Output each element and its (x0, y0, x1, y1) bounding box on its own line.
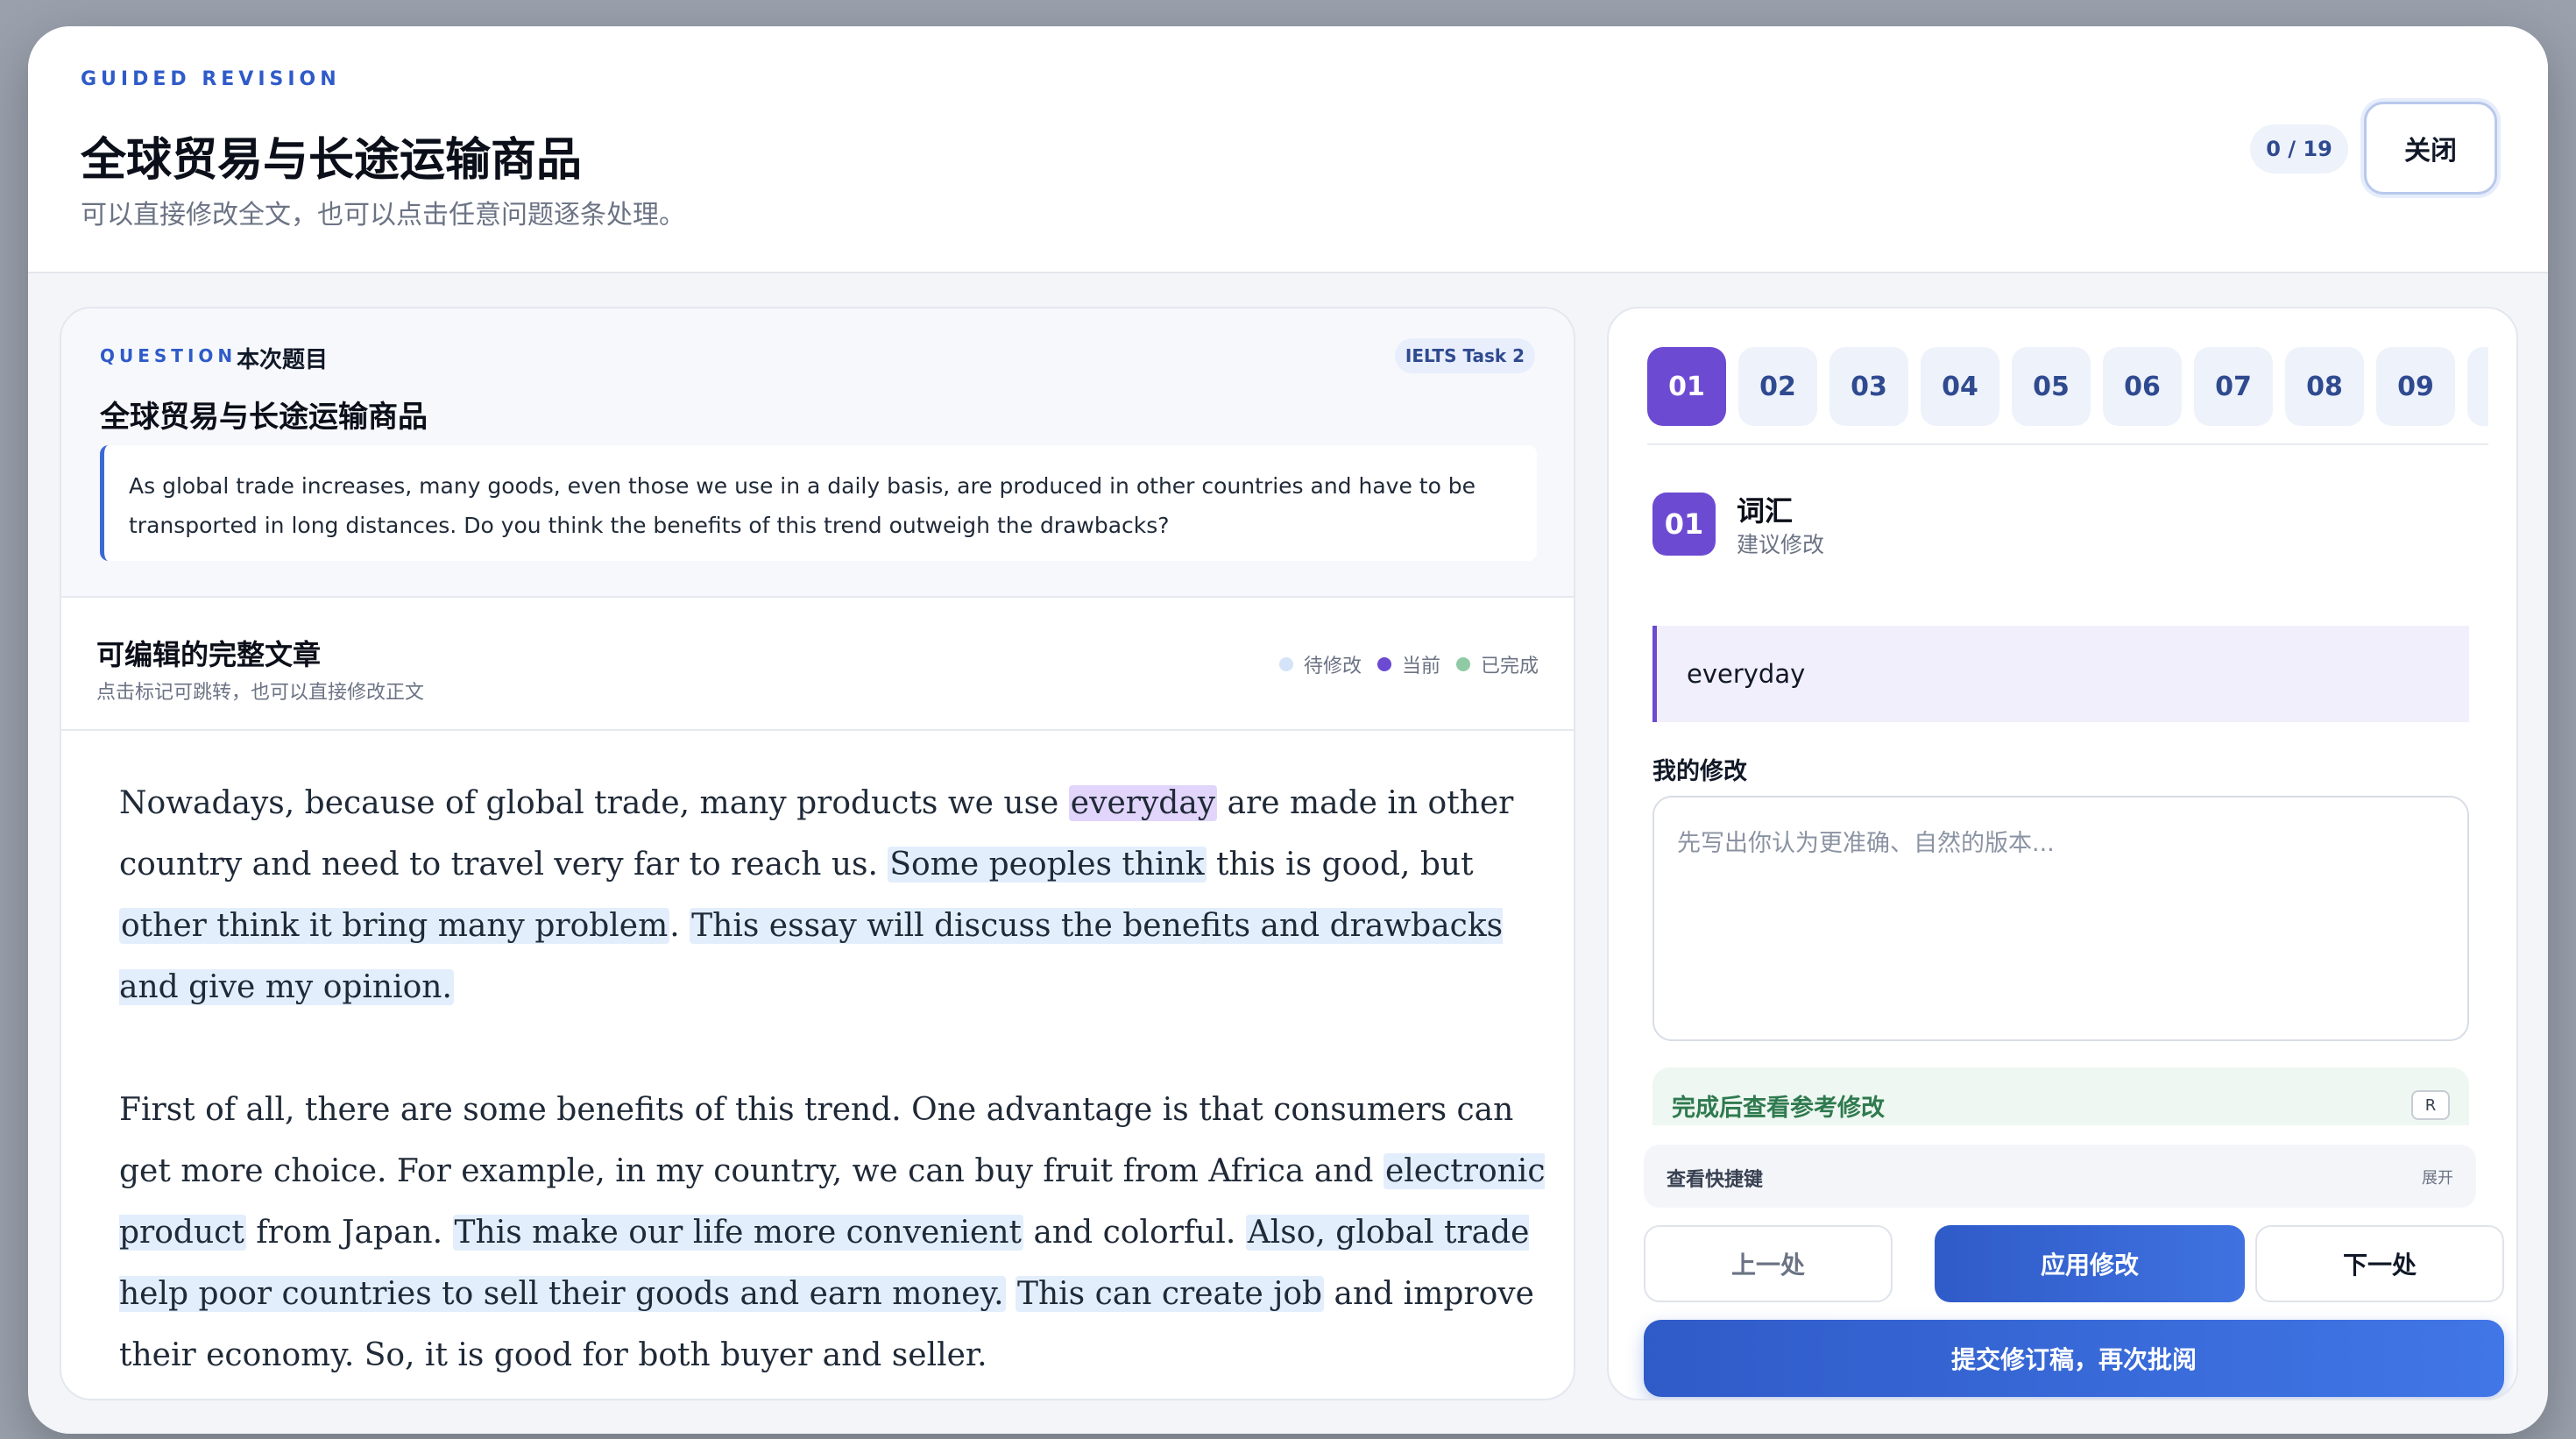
prev-issue-button[interactable]: 上一处 (1644, 1225, 1893, 1302)
legend-done-label: 已完成 (1480, 656, 1539, 677)
legend-pending-dot (1278, 657, 1293, 671)
modal-header: GUIDED REVISION 全球贸易与长途运输商品 可以直接修改全文，也可以… (28, 26, 2548, 273)
revision-modal: GUIDED REVISION 全球贸易与长途运输商品 可以直接修改全文，也可以… (28, 26, 2548, 1434)
essay-text: First of all, there are some benefits of… (119, 1092, 1514, 1189)
question-prompt: As global trade increases, many goods, e… (100, 445, 1537, 561)
legend-done-dot (1455, 657, 1470, 671)
question-title: 全球贸易与长途运输商品 (100, 400, 428, 435)
issue-chip-09[interactable]: 09 (2376, 347, 2455, 426)
question-section: QUESTION 本次题目 IELTS Task 2 全球贸易与长途运输商品 A… (61, 308, 1574, 598)
question-eyebrow: QUESTION (100, 345, 237, 366)
question-label: 本次题目 (237, 347, 329, 373)
issue-mark[interactable]: other think it bring many problem (119, 908, 670, 944)
legend-current-dot (1376, 657, 1391, 671)
issue-number-badge: 01 (1652, 493, 1716, 556)
essay-text: from Japan. (245, 1215, 453, 1251)
submit-revision-button[interactable]: 提交修订稿，再次批阅 (1644, 1320, 2504, 1397)
status-legend: 待修改 当前 已完成 (1263, 650, 1539, 678)
reference-toggle[interactable]: 完成后查看参考修改 R (1652, 1067, 2469, 1125)
issue-type: 建议修改 (1737, 532, 1825, 557)
shortcut-panel[interactable]: 查看快捷键 展开 (1644, 1145, 2476, 1208)
apply-revision-button[interactable]: 应用修改 (1935, 1225, 2245, 1302)
issue-panel: 01 02 03 04 05 06 07 08 09 01 词汇 建议修改 ev… (1607, 307, 2518, 1400)
task-badge: IELTS Task 2 (1395, 338, 1535, 373)
issue-mark[interactable]: Some peoples think (888, 847, 1207, 883)
revision-input[interactable] (1652, 796, 2469, 1041)
close-button[interactable]: 关闭 (2364, 102, 2497, 195)
essay-text: this is good, but (1206, 847, 1474, 883)
essay-text: Nowadays, because of global trade, many … (119, 785, 1069, 821)
header-eyebrow: GUIDED REVISION (81, 68, 341, 90)
essay-title: 可编辑的完整文章 (96, 638, 322, 671)
essay-panel: QUESTION 本次题目 IELTS Task 2 全球贸易与长途运输商品 A… (60, 307, 1575, 1400)
page-title: 全球贸易与长途运输商品 (81, 134, 583, 187)
essay-text: and colorful. (1023, 1215, 1246, 1251)
legend-current-label: 当前 (1401, 656, 1440, 677)
issue-chip-05[interactable]: 05 (2012, 347, 2091, 426)
next-issue-button[interactable]: 下一处 (2255, 1225, 2504, 1302)
progress-badge: 0 / 19 (2250, 124, 2348, 174)
issue-chip-08[interactable]: 08 (2285, 347, 2364, 426)
legend-pending-label: 待修改 (1303, 656, 1362, 677)
issue-mark-current[interactable]: everyday (1068, 785, 1218, 821)
essay-paragraph-1[interactable]: Nowadays, because of global trade, many … (119, 773, 1556, 1018)
essay-header: 可编辑的完整文章 点击标记可跳转，也可以直接修改正文 待修改 当前 已完成 (61, 598, 1574, 731)
issue-mark[interactable]: This can create job (1015, 1276, 1325, 1312)
essay-text (1006, 1276, 1016, 1312)
issue-chip-07[interactable]: 07 (2194, 347, 2273, 426)
issue-chip-list: 01 02 03 04 05 06 07 08 09 (1647, 347, 2488, 445)
issue-chip-06[interactable]: 06 (2103, 347, 2182, 426)
essay-text: . (669, 908, 690, 944)
my-revision-label: 我的修改 (1652, 758, 1747, 785)
issue-chip-03[interactable]: 03 (1829, 347, 1908, 426)
shortcut-key-r: R (2411, 1090, 2450, 1120)
essay-paragraph-2[interactable]: First of all, there are some benefits of… (119, 1080, 1556, 1386)
page-subtitle: 可以直接修改全文，也可以点击任意问题逐条处理。 (81, 200, 685, 230)
reference-label: 完成后查看参考修改 (1672, 1095, 1885, 1122)
issue-chip-01[interactable]: 01 (1647, 347, 1726, 426)
issue-chip-more[interactable] (2467, 347, 2488, 426)
issue-chip-04[interactable]: 04 (1921, 347, 1999, 426)
issue-category: 词汇 (1737, 494, 1794, 528)
shortcut-label: 查看快捷键 (1667, 1169, 1764, 1191)
issue-chip-02[interactable]: 02 (1738, 347, 1817, 426)
issue-mark[interactable]: This make our life more convenient (452, 1215, 1024, 1251)
essay-editor[interactable]: Nowadays, because of global trade, many … (119, 773, 1556, 1399)
shortcut-expand[interactable]: 展开 (2422, 1166, 2453, 1188)
essay-subtitle: 点击标记可跳转，也可以直接修改正文 (96, 682, 425, 704)
original-text: everyday (1652, 626, 2469, 722)
